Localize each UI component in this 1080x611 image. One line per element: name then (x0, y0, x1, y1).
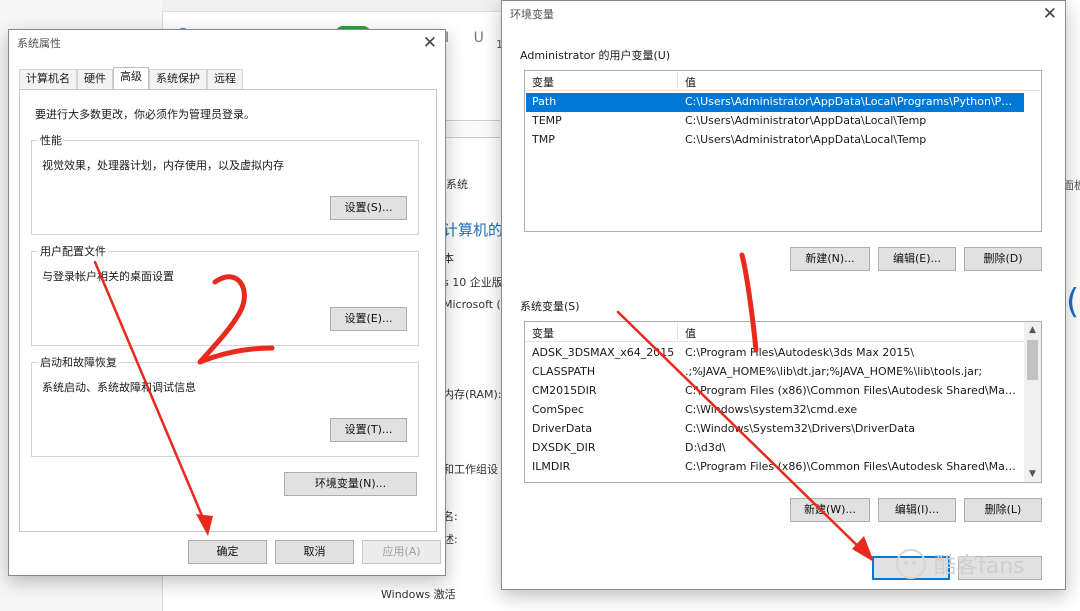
watermark: 酷客fans (896, 544, 1025, 584)
arrow-to-env-ok (616, 310, 874, 562)
arrow-to-ok (93, 260, 213, 536)
watermark-text: 酷客fans (934, 554, 1025, 579)
step-number-mark (197, 274, 275, 365)
annotation-layer (93, 252, 874, 562)
wechat-icon (896, 549, 926, 579)
vertical-mark (739, 252, 759, 353)
